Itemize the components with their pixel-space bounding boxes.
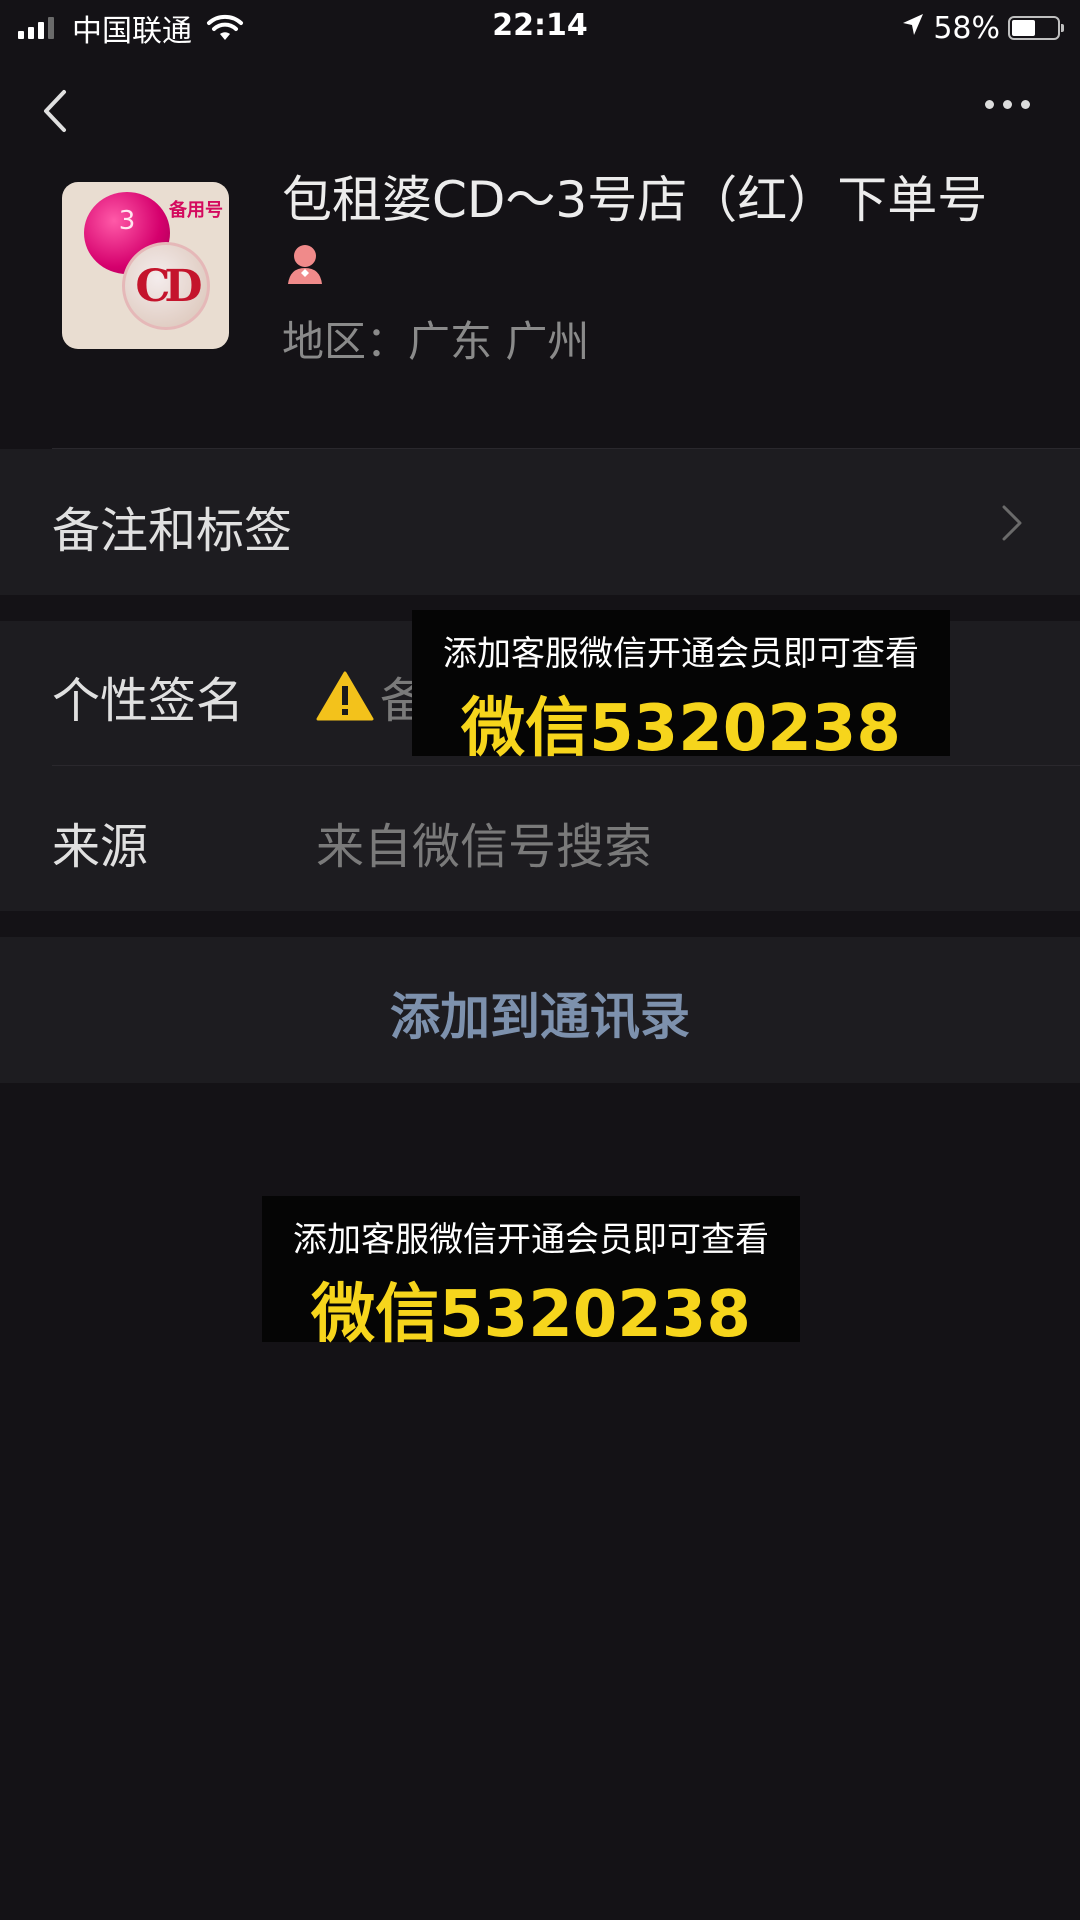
battery-nub [1061,24,1064,32]
source-value: 来自微信号搜索 [316,819,653,875]
profile-page: 中国联通 22:14 58% 3 备用号 CD 包租婆CD～3号店（红）下单号 … [0,0,1080,1920]
avatar-logo: CD [135,261,202,312]
remark-tags-label: 备注和标签 [52,503,293,559]
status-right: 58% [901,8,1064,48]
more-button[interactable] [976,100,1030,109]
balloon-clear-image: CD [122,242,210,330]
status-bar: 中国联通 22:14 58% [0,0,1080,56]
add-contact-button[interactable]: 添加到通讯录 [0,937,1080,1083]
promo-banner: 添加客服微信开通会员即可查看 微信5320238 [412,610,950,766]
female-gender-icon [282,240,328,286]
avatar-balloon-number: 3 [118,206,136,236]
promo-text: 添加客服微信开通会员即可查看 [443,634,919,674]
remark-tags-cell[interactable]: 备注和标签 [0,449,1080,595]
more-dot-icon [1003,100,1012,109]
profile-name: 包租婆CD～3号店（红）下单号 [282,171,988,229]
back-button[interactable] [38,86,78,136]
avatar[interactable]: 3 备用号 CD [62,182,229,349]
promo-wechat-id: 微信5320238 [311,1278,751,1352]
avatar-tag: 备用号 [169,200,223,221]
location-arrow-icon [901,11,925,46]
add-contact-label: 添加到通讯录 [390,988,690,1046]
signature-label: 个性签名 [52,673,245,729]
more-dot-icon [1021,100,1030,109]
promo-banner: 添加客服微信开通会员即可查看 微信5320238 [262,1196,800,1352]
region-text: 地区：广东 广州 [282,317,590,366]
promo-wechat-id: 微信5320238 [461,692,901,766]
chevron-left-icon [44,90,66,132]
more-dot-icon [985,100,994,109]
source-label: 来源 [52,819,149,875]
warning-icon [316,671,374,721]
battery-percent: 58% [933,10,1000,46]
battery-icon [1008,16,1064,40]
promo-text: 添加客服微信开通会员即可查看 [293,1220,769,1260]
battery-fill [1012,20,1036,36]
chevron-right-icon [1002,505,1022,541]
